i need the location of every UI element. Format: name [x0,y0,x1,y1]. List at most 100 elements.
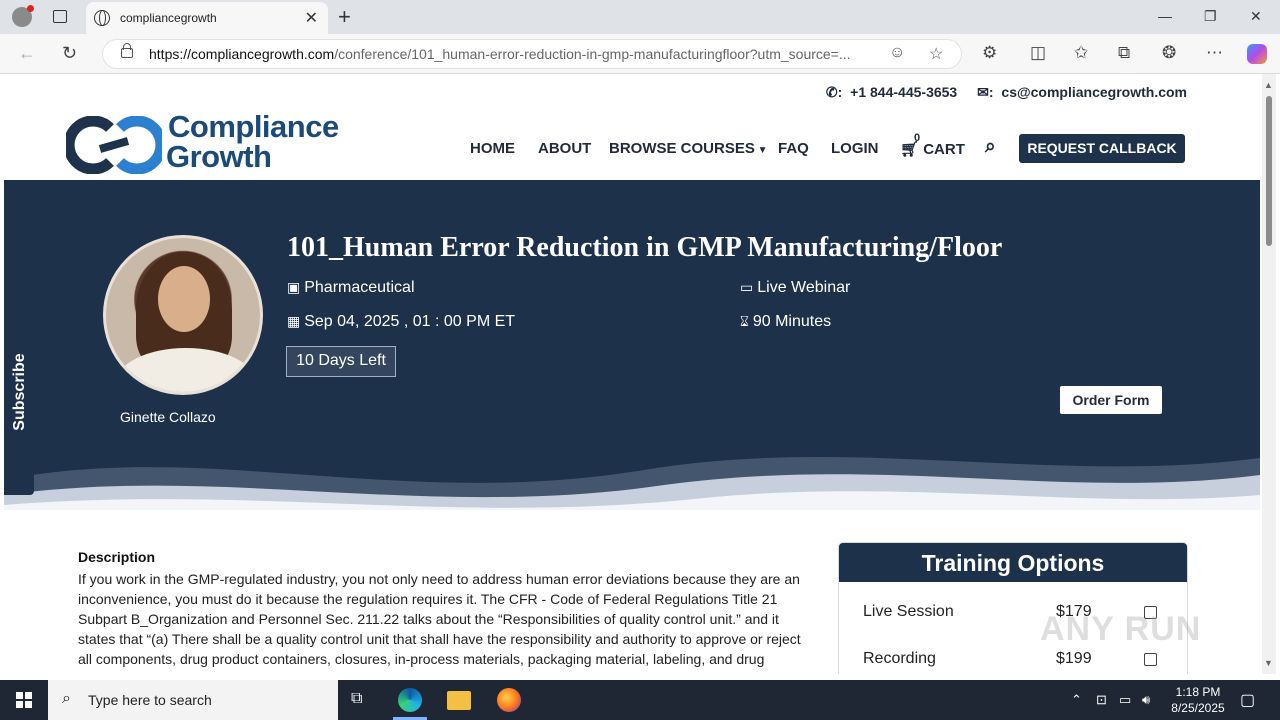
option-label: Live Session [863,603,954,620]
phone-icon: ✆: [825,84,843,100]
browser-tab-bar: compliancegrowth ✕ + — ❐ ✕ [0,0,1280,34]
nav-faq[interactable]: FAQ [778,140,809,157]
speaker-avatar [103,235,263,395]
scroll-up-icon[interactable]: ▲ [1264,80,1273,90]
training-option-recording[interactable]: Recording $199 [863,650,1163,668]
industry-text: Pharmaceutical [304,279,415,296]
order-form-button[interactable]: Order Form [1060,386,1162,414]
nav-cart-label: CART [923,141,965,158]
watermark: ANY RUN [1040,610,1202,648]
nav-login[interactable]: LOGIN [831,140,879,157]
tab-title: compliancegrowth [120,11,217,25]
back-icon[interactable]: ← [18,43,36,64]
edge-taskbar-icon[interactable] [398,688,422,712]
format-text: Live Webinar [757,279,851,296]
scroll-down-icon[interactable]: ▼ [1264,658,1273,668]
option-label: Recording [863,650,936,667]
logo-line2: Growth [166,139,272,174]
clock-date: 8/25/2025 [1171,701,1225,715]
tray-chevron-icon[interactable]: ⌃ [1071,692,1082,708]
network-icon[interactable]: ▭ [1119,692,1131,708]
page-scrollbar[interactable]: ▲ ▼ [1262,74,1276,674]
tray-meet-icon[interactable]: ⊡ [1096,692,1107,708]
duration-meta: ⌛︎ 90 Minutes [740,313,831,331]
nav-cart[interactable]: 🛒︎ CART [900,140,965,158]
request-callback-button[interactable]: REQUEST CALLBACK [1019,134,1185,163]
description-title: Description [78,549,156,565]
collections-icon[interactable]: ⧉ [1118,43,1130,63]
duration-text: 90 Minutes [752,313,832,330]
firefox-icon[interactable] [497,688,521,712]
hourglass-icon: ⌛︎ [740,313,749,329]
days-left-badge: 10 Days Left [286,346,396,377]
minimize-icon[interactable]: — [1158,8,1172,24]
course-title: 101_Human Error Reduction in GMP Manufac… [287,232,1003,263]
date-meta: ▦ Sep 04, 2025 , 01 : 00 PM ET [287,313,515,331]
logo-line1: Compliance [168,109,339,144]
favorites-icon[interactable]: ✩ [1074,43,1088,63]
cart-count: 0 [914,132,921,144]
email-address[interactable]: cs@compliancegrowth.com [1001,84,1187,100]
contact-bar: ✆: +1 844-445-3653 ✉: cs@compliancegrowt… [822,84,1187,101]
address-toolbar: ← ↻ https://compliancegrowth.com/confere… [0,34,1280,74]
calendar-icon: ▦ [287,313,301,329]
search-icon[interactable]: ⌕ [985,136,996,158]
volume-icon[interactable]: 🔊︎ [1142,692,1150,708]
briefcase-icon: ▣ [287,279,301,295]
course-hero: Ginette Collazo 101_Human Error Reductio… [4,180,1260,510]
nav-browse-courses[interactable]: BROWSE COURSES ▼ [609,140,768,157]
browser-tab[interactable]: compliancegrowth ✕ [86,2,328,34]
extensions-icon[interactable]: ⚙ [982,43,997,63]
training-options-card: Training Options Live Session $179 Recor… [838,542,1188,674]
option-checkbox[interactable] [1144,653,1157,666]
format-meta: ▭ Live Webinar [740,279,850,297]
taskbar-search-placeholder: Type here to search [88,692,212,708]
option-price: $199 [1056,650,1092,667]
web-page: ✆: +1 844-445-3653 ✉: cs@compliancegrowt… [4,74,1260,674]
clock-time: 1:18 PM [1175,685,1221,699]
copilot-icon[interactable] [1247,44,1267,64]
windows-start-icon[interactable] [16,692,32,708]
logo-text: Compliance Growth [166,109,339,174]
site-logo[interactable]: Compliance Growth [66,109,339,176]
globe-icon [94,10,110,26]
taskbar-search[interactable]: ⌕ Type here to search [48,680,338,720]
close-tab-icon[interactable]: ✕ [305,8,318,28]
more-menu-icon[interactable]: ⋯ [1206,43,1223,63]
scroll-thumb[interactable] [1266,96,1272,246]
hero-wave [4,457,1260,510]
profile-icon[interactable] [12,5,34,27]
logo-mark-icon [66,116,162,174]
subscribe-label: Subscribe [11,353,28,431]
url-domain: https://compliancegrowth.com [149,46,335,62]
file-explorer-icon[interactable] [447,691,471,710]
laptop-icon: ▭ [740,279,754,295]
nav-home[interactable]: HOME [470,140,515,157]
taskbar-clock[interactable]: 1:18 PM 8/25/2025 [1168,684,1228,716]
refresh-icon[interactable]: ↻ [62,43,77,64]
description-text: If you work in the GMP-regulated industr… [78,571,801,674]
phone-number[interactable]: +1 844-445-3653 [850,84,957,100]
favorite-star-icon[interactable]: ☆ [929,44,943,64]
training-options-title: Training Options [839,543,1187,582]
search-icon: ⌕ [62,690,71,707]
date-text: Sep 04, 2025 , 01 : 00 PM ET [304,313,516,330]
nav-about[interactable]: ABOUT [538,140,591,157]
notifications-icon[interactable]: ▢ [1240,690,1255,710]
nav-browse-label: BROWSE COURSES [609,140,755,157]
industry-meta: ▣ Pharmaceutical [287,279,415,297]
lock-icon[interactable] [121,43,133,58]
split-screen-icon[interactable]: ◫ [1030,43,1046,63]
close-window-icon[interactable]: ✕ [1250,8,1262,25]
restore-icon[interactable]: ❐ [1204,8,1217,25]
task-view-icon[interactable]: ⧉ [351,690,362,708]
url-path: /conference/101_human-error-reduction-in… [334,46,851,62]
tab-actions-icon[interactable] [53,10,67,23]
speaker-name[interactable]: Ginette Collazo [120,409,216,425]
new-tab-button[interactable]: + [338,4,351,30]
url-text[interactable]: https://compliancegrowth.com/conference/… [149,46,869,62]
reader-icon[interactable]: ☺ [889,44,905,62]
performance-icon[interactable]: ❂ [1162,43,1176,63]
address-bar[interactable]: https://compliancegrowth.com/conference/… [102,39,962,69]
subscribe-tab[interactable]: Subscribe [4,295,34,495]
